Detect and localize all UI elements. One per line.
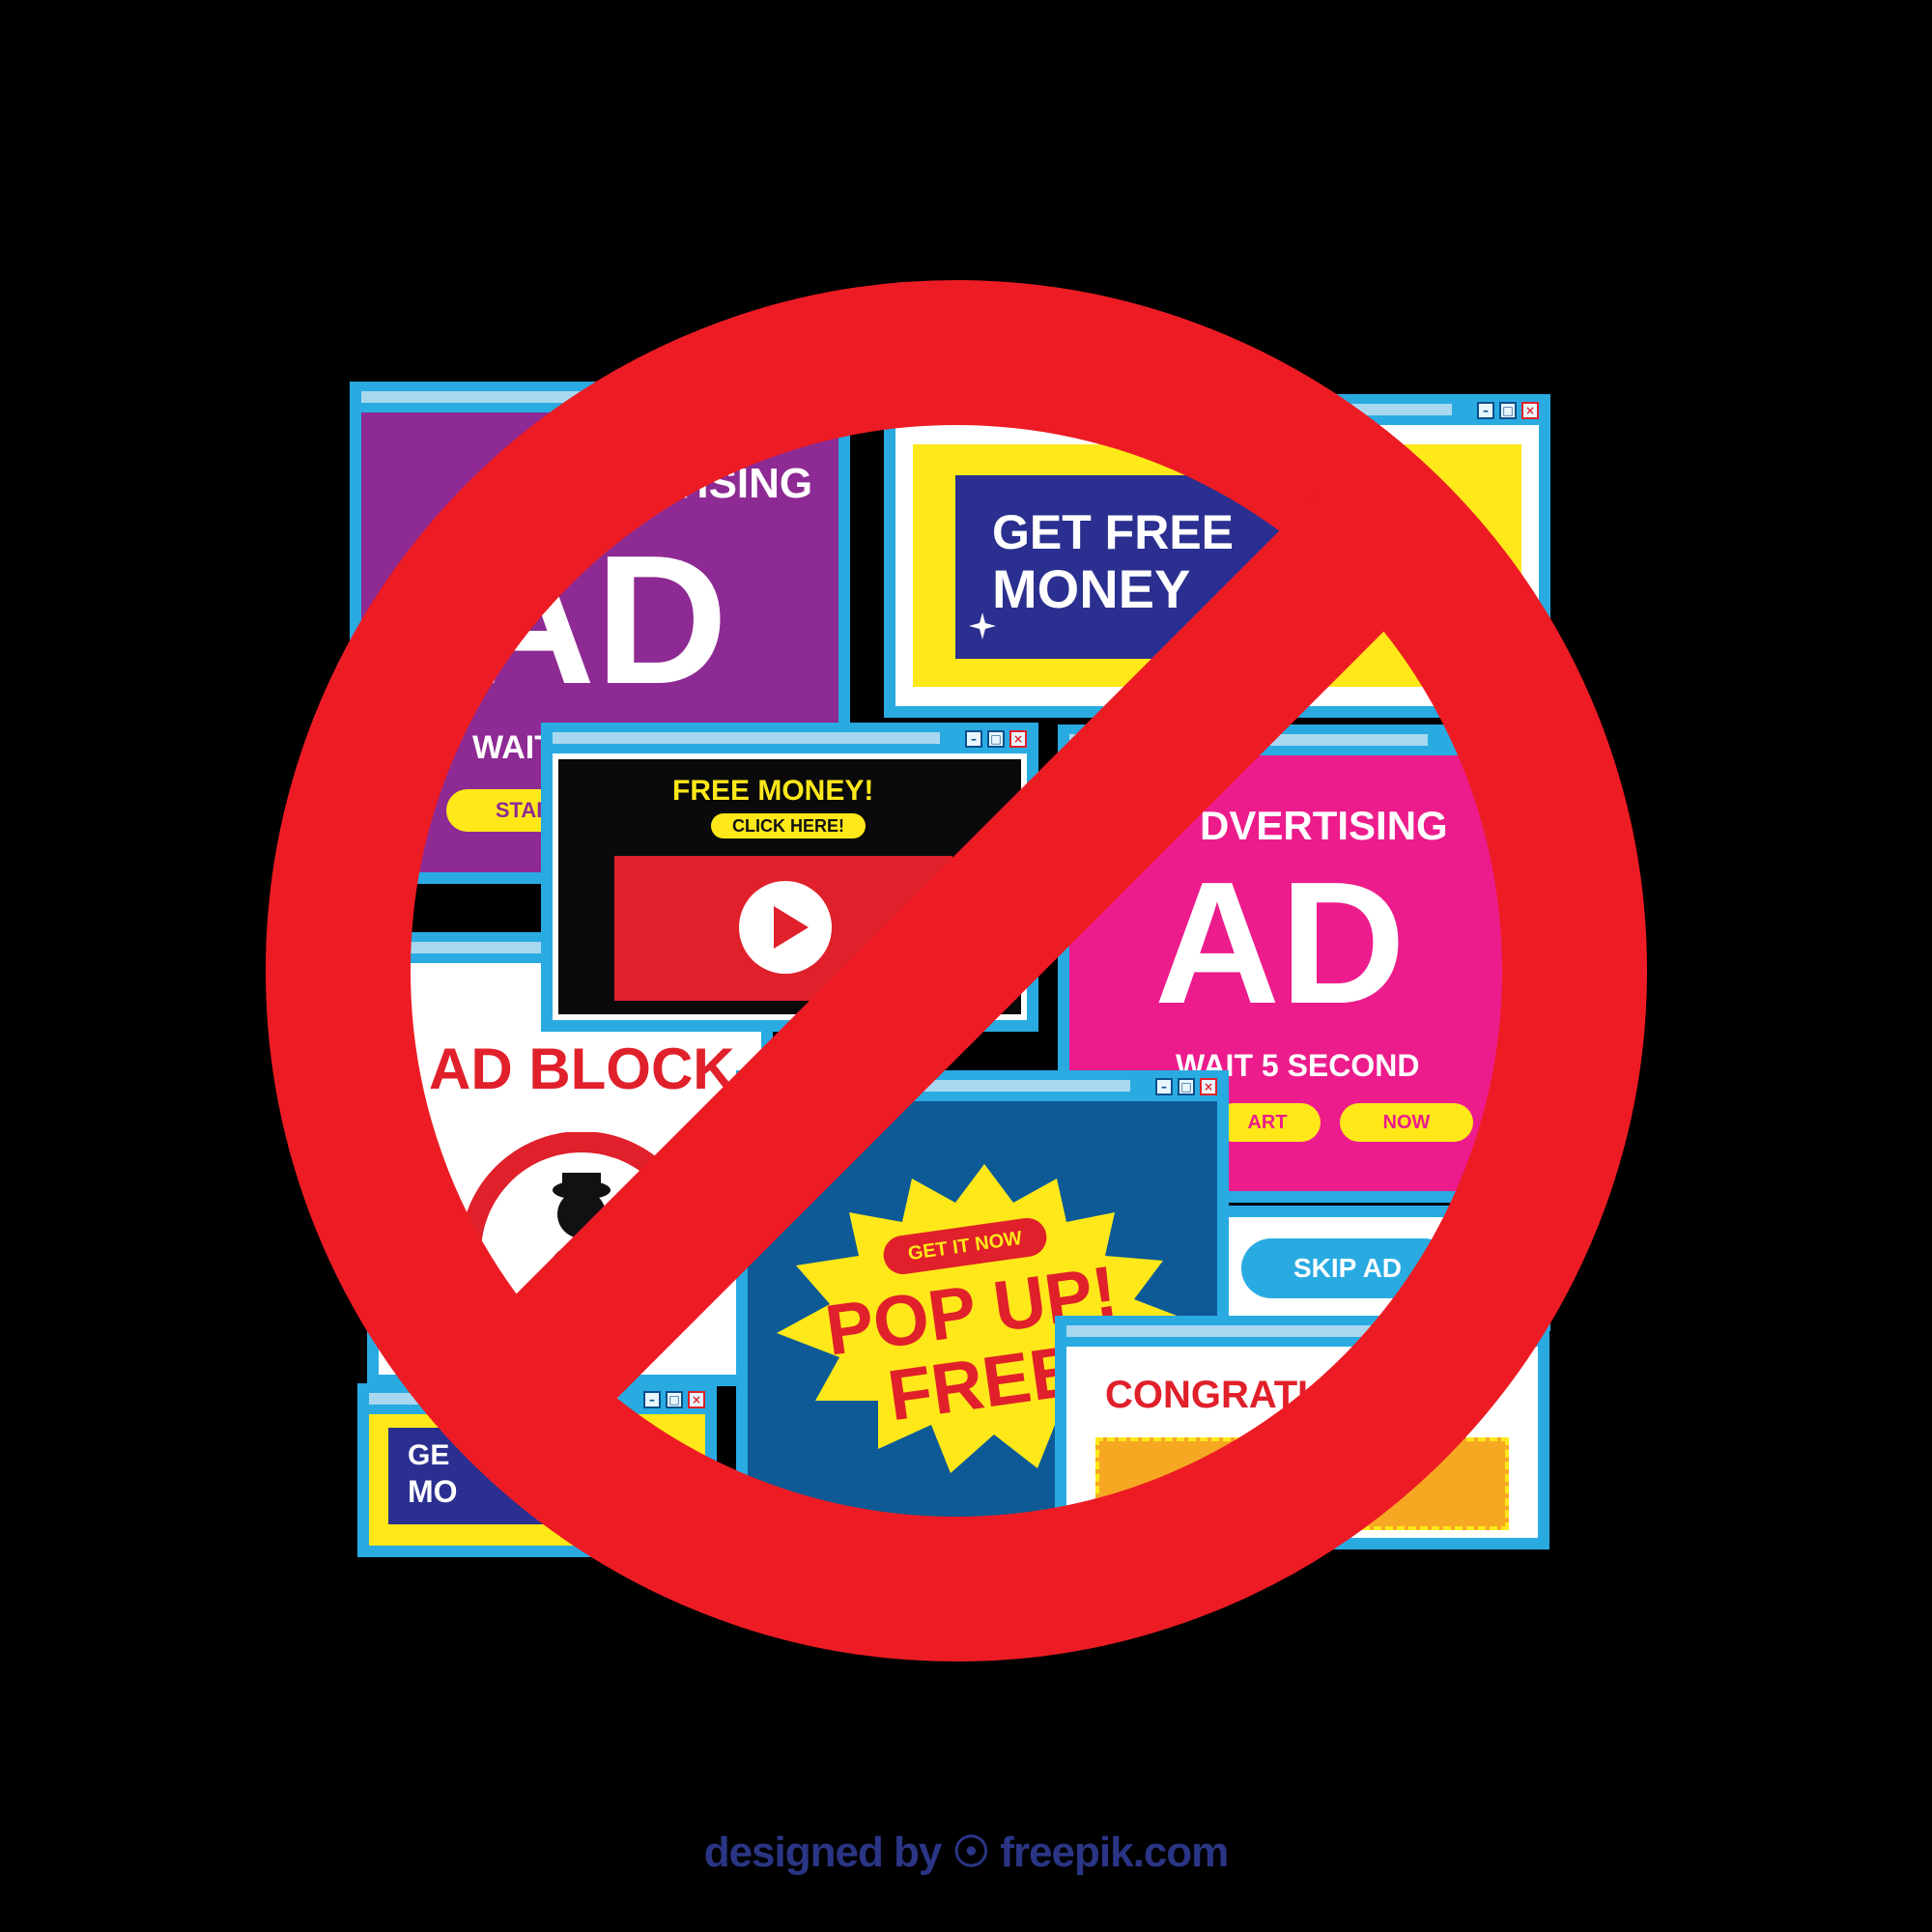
video-ad-panel: FREE MONEY! CLICK HERE! bbox=[553, 753, 1027, 1020]
money-ad-box: GET FREE MONEY bbox=[955, 475, 1284, 659]
magenta-ad-big: AD bbox=[1154, 846, 1406, 1040]
spy-icon bbox=[461, 1132, 702, 1374]
money-ad-line1: GET FREE bbox=[992, 505, 1235, 559]
close-icon[interactable]: × bbox=[1521, 402, 1539, 419]
coupon bbox=[1095, 1437, 1509, 1530]
congrats-window: CONGRATU bbox=[1055, 1316, 1549, 1549]
magenta-ad-heading: DVERTISING bbox=[1200, 803, 1448, 848]
window-controls: – □ × bbox=[643, 1391, 705, 1408]
click-here-button[interactable]: CLICK HERE! bbox=[711, 813, 866, 838]
magenta-now-button[interactable]: NOW bbox=[1340, 1103, 1473, 1142]
title-bar bbox=[1069, 732, 1515, 750]
small-money-line2: MO bbox=[408, 1474, 458, 1509]
window-controls: – □ × bbox=[965, 730, 1027, 748]
money-ad-line2: MONEY bbox=[992, 558, 1191, 619]
small-money-panel: GE MO bbox=[369, 1414, 705, 1546]
skip-ad-window: SKIP AD bbox=[1203, 1206, 1550, 1331]
freepik-credit: designed by ☉ freepik.com bbox=[703, 1829, 1230, 1876]
title-bar bbox=[361, 389, 838, 407]
minimize-icon[interactable]: – bbox=[1155, 1078, 1173, 1095]
maximize-icon[interactable]: □ bbox=[1178, 1078, 1195, 1095]
minimize-icon[interactable]: – bbox=[643, 1391, 661, 1408]
skip-ad-label: SKIP AD bbox=[1293, 1253, 1403, 1283]
skip-ad-panel: SKIP AD bbox=[1214, 1217, 1539, 1320]
minimize-icon[interactable]: – bbox=[965, 730, 982, 748]
purple-ad-big: AD bbox=[463, 518, 728, 723]
skip-ad-button[interactable]: SKIP AD bbox=[1241, 1238, 1454, 1298]
congrats-title: CONGRATU bbox=[1105, 1374, 1326, 1416]
window-controls: – □ × bbox=[1477, 402, 1539, 419]
maximize-icon[interactable]: □ bbox=[987, 730, 1005, 748]
window-controls: – □ × bbox=[1155, 1078, 1217, 1095]
video-ad-title: FREE MONEY! bbox=[672, 775, 874, 807]
close-icon[interactable]: × bbox=[1009, 730, 1027, 748]
title-bar: – □ × bbox=[553, 730, 1027, 748]
maximize-icon[interactable]: □ bbox=[666, 1391, 683, 1408]
title-bar bbox=[1066, 1323, 1538, 1341]
video-player[interactable] bbox=[614, 856, 952, 1001]
title-bar: – □ × bbox=[895, 402, 1539, 419]
title-bar: – □ × bbox=[369, 1391, 705, 1408]
money-ad-panel: GET FREE MONEY bbox=[895, 425, 1539, 706]
minimize-icon[interactable]: – bbox=[1477, 402, 1494, 419]
maximize-icon[interactable]: □ bbox=[1499, 402, 1517, 419]
sparkle-icon bbox=[969, 612, 996, 639]
play-icon[interactable] bbox=[737, 879, 834, 976]
magenta-start-button[interactable]: ART bbox=[1214, 1103, 1321, 1142]
money-ad-window: – □ × GET FREE MONEY bbox=[884, 394, 1550, 718]
ad-collage: VERTISING AD WAIT 5 SECOND STAR – □ × GE… bbox=[0, 0, 1932, 1932]
adblock-title: AD BLOCK bbox=[429, 1037, 735, 1101]
title-bar: – □ × bbox=[748, 1078, 1217, 1095]
small-money-line1: GE bbox=[408, 1439, 450, 1471]
video-ad-window: – □ × FREE MONEY! CLICK HERE! bbox=[541, 723, 1038, 1032]
small-money-window: – □ × GE MO bbox=[357, 1383, 717, 1557]
close-icon[interactable]: × bbox=[688, 1391, 705, 1408]
close-icon[interactable]: × bbox=[1200, 1078, 1217, 1095]
purple-ad-heading: VERTISING bbox=[583, 460, 813, 507]
congrats-panel: CONGRATU bbox=[1066, 1347, 1538, 1538]
